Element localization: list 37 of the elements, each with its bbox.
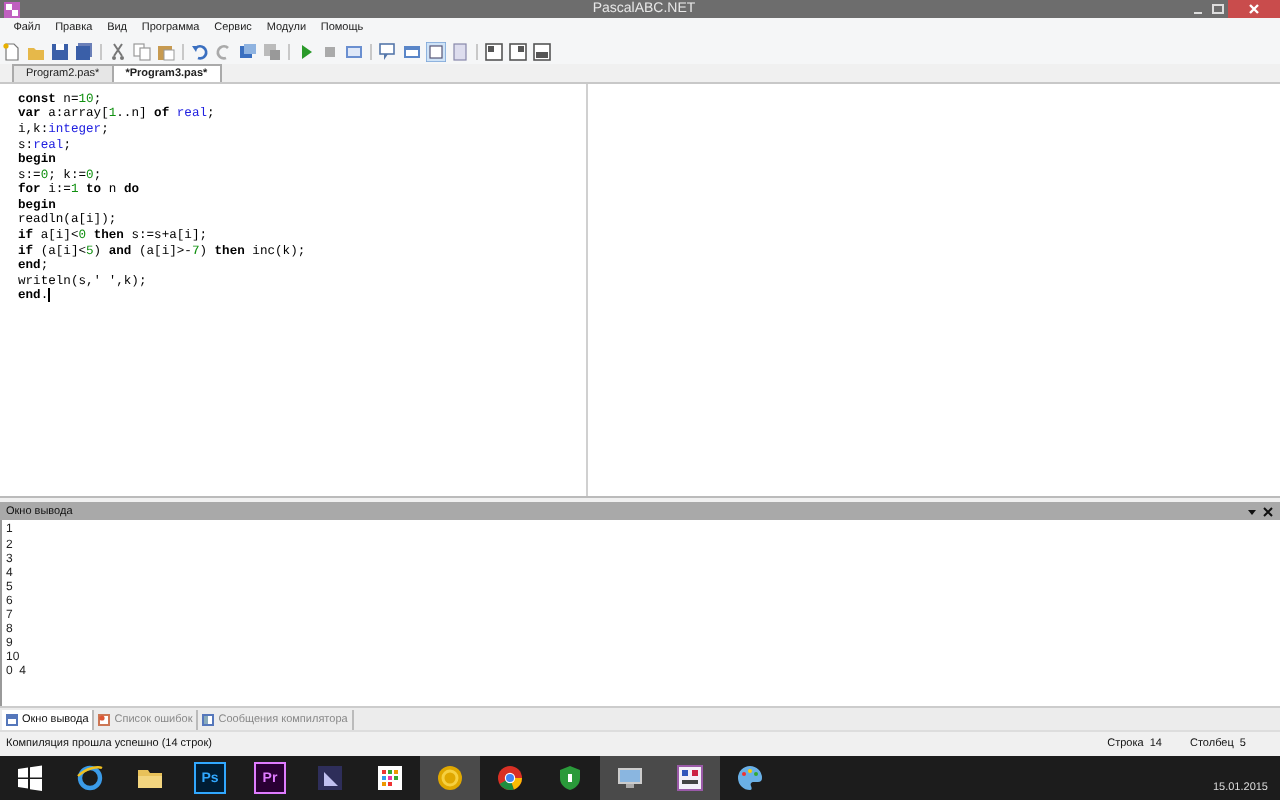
save-all-icon[interactable] [74,41,94,62]
error-list-icon [98,713,111,726]
undo-icon[interactable] [190,41,210,62]
message-icon [202,713,215,726]
abc-app-icon [676,764,704,793]
palette-icon [736,764,764,793]
chrome-icon [496,764,524,793]
copy-icon[interactable] [132,41,152,62]
run-icon[interactable] [296,41,316,62]
paste-icon[interactable] [156,41,176,62]
cut-icon[interactable] [108,41,128,62]
coin-icon [436,764,464,793]
folder-icon [136,764,164,793]
find-icon[interactable] [238,41,258,62]
browser-icon [76,764,104,793]
layout-icon[interactable] [484,41,504,62]
windows-icon [16,764,44,793]
console-icon[interactable] [426,41,446,62]
taskbar-button[interactable] [420,756,480,800]
tiles-icon [376,764,404,793]
app-icon [316,764,344,793]
speech-icon[interactable] [378,41,398,62]
replace-icon[interactable] [262,41,282,62]
monitor-icon [616,764,644,793]
save-icon[interactable] [50,41,70,62]
window-icon [6,713,18,726]
window-icon[interactable] [402,41,422,62]
layout-icon[interactable] [508,41,528,62]
close-icon[interactable] [1262,505,1274,518]
new-document-icon[interactable] [2,41,22,62]
dropdown-icon[interactable] [1246,505,1258,518]
close-icon[interactable] [1228,0,1280,18]
compile-icon[interactable] [344,41,364,62]
maximize-icon[interactable] [1208,0,1228,18]
taskbar-button[interactable] [660,756,720,800]
layout-icon[interactable] [532,41,552,62]
shield-icon [556,764,584,793]
